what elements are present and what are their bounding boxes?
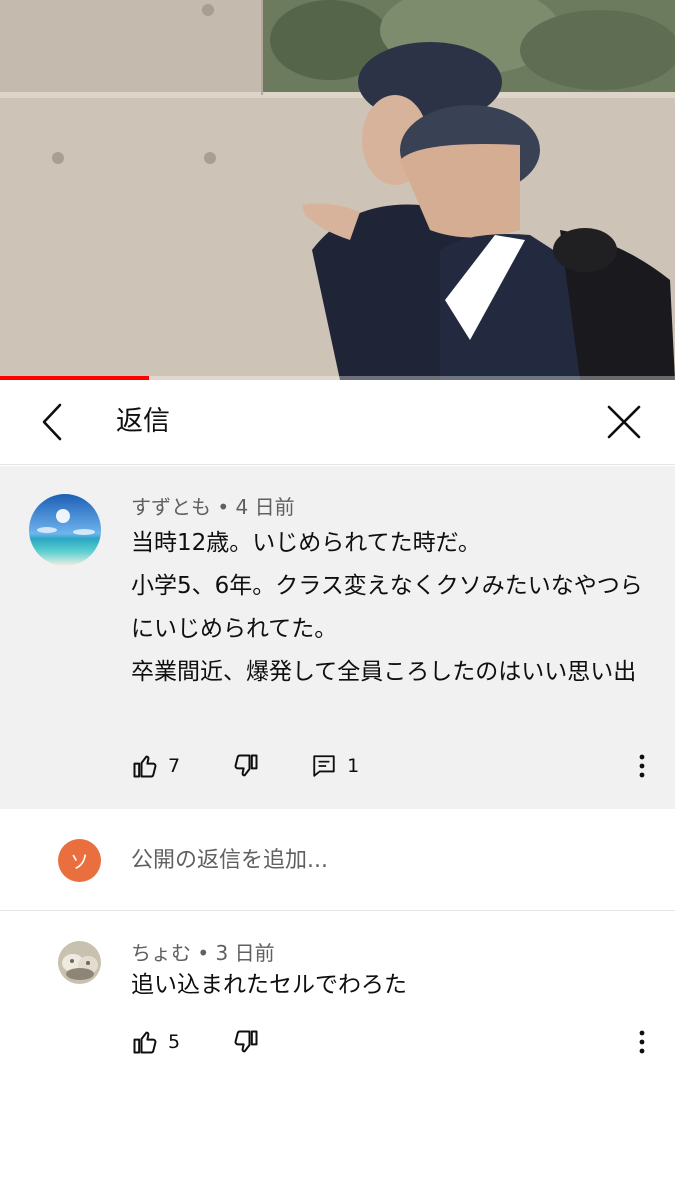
meta-separator: • — [211, 495, 236, 519]
comment-author[interactable]: すずとも — [131, 495, 211, 519]
thumbs-down-icon — [232, 1028, 260, 1056]
reply-avatar[interactable] — [58, 941, 101, 984]
thumbs-up-icon — [131, 752, 159, 780]
like-count: 7 — [168, 755, 181, 777]
chevron-left-icon — [42, 403, 62, 441]
close-button[interactable] — [602, 400, 646, 444]
reply-text: 追い込まれたセルでわろた — [131, 964, 651, 1007]
add-reply-row: ソ — [0, 810, 675, 911]
video-player[interactable] — [0, 0, 675, 380]
back-button[interactable] — [30, 400, 74, 444]
comment-paragraph: 卒業間近、爆発して全員ころしたのはいい思い出 — [131, 659, 637, 685]
page-title: 返信 — [116, 406, 170, 437]
reply-dislike-button[interactable] — [232, 1028, 260, 1056]
more-vert-icon — [639, 754, 645, 778]
current-user-avatar: ソ — [58, 839, 101, 882]
commenter-avatar[interactable] — [29, 494, 101, 566]
reply-comment: ちょむ • 3 日前 追い込まれたセルでわろた 5 — [0, 912, 675, 1072]
reply-like-button[interactable]: 5 — [131, 1028, 180, 1056]
reply-count: 1 — [347, 755, 360, 777]
reply-paragraph: 追い込まれたセルでわろた — [131, 972, 407, 998]
meta-separator: • — [191, 941, 216, 965]
reply-author[interactable]: ちょむ — [131, 941, 191, 965]
comment-text: 当時12歳。いじめられてた時だ。 小学5、6年。クラス変えなくクソみたいなやつら… — [131, 522, 651, 694]
reply-more-button[interactable] — [630, 1022, 654, 1062]
comment-actions: 7 1 — [131, 746, 359, 786]
thumbs-up-icon — [131, 1028, 159, 1056]
beach-avatar-image — [29, 494, 101, 566]
reply-meta: ちょむ • 3 日前 — [131, 940, 275, 966]
thumbs-down-icon — [232, 752, 260, 780]
reply-input[interactable] — [131, 840, 631, 880]
video-frame — [0, 0, 675, 380]
dislike-button[interactable] — [232, 752, 260, 780]
like-button[interactable]: 7 — [131, 752, 180, 780]
comment-paragraph: 小学5、6年。クラス変えなくクソみたいなやつらにいじめられてた。 — [131, 573, 643, 642]
reply-time: 3 日前 — [215, 941, 275, 965]
more-vert-icon — [639, 1030, 645, 1054]
comment-meta: すずとも • 4 日前 — [131, 494, 295, 520]
close-icon — [607, 405, 641, 439]
replies-header: 返信 — [0, 380, 675, 465]
parent-comment: すずとも • 4 日前 当時12歳。いじめられてた時だ。 小学5、6年。クラス変… — [0, 466, 675, 809]
reply-actions: 5 — [131, 1022, 260, 1062]
comment-time: 4 日前 — [235, 495, 295, 519]
comment-paragraph: 当時12歳。いじめられてた時だ。 — [131, 530, 481, 556]
reply-like-count: 5 — [168, 1031, 181, 1053]
comment-icon — [310, 752, 338, 780]
comment-more-button[interactable] — [630, 746, 654, 786]
reply-avatar-image — [58, 941, 101, 984]
reply-button[interactable]: 1 — [310, 752, 359, 780]
